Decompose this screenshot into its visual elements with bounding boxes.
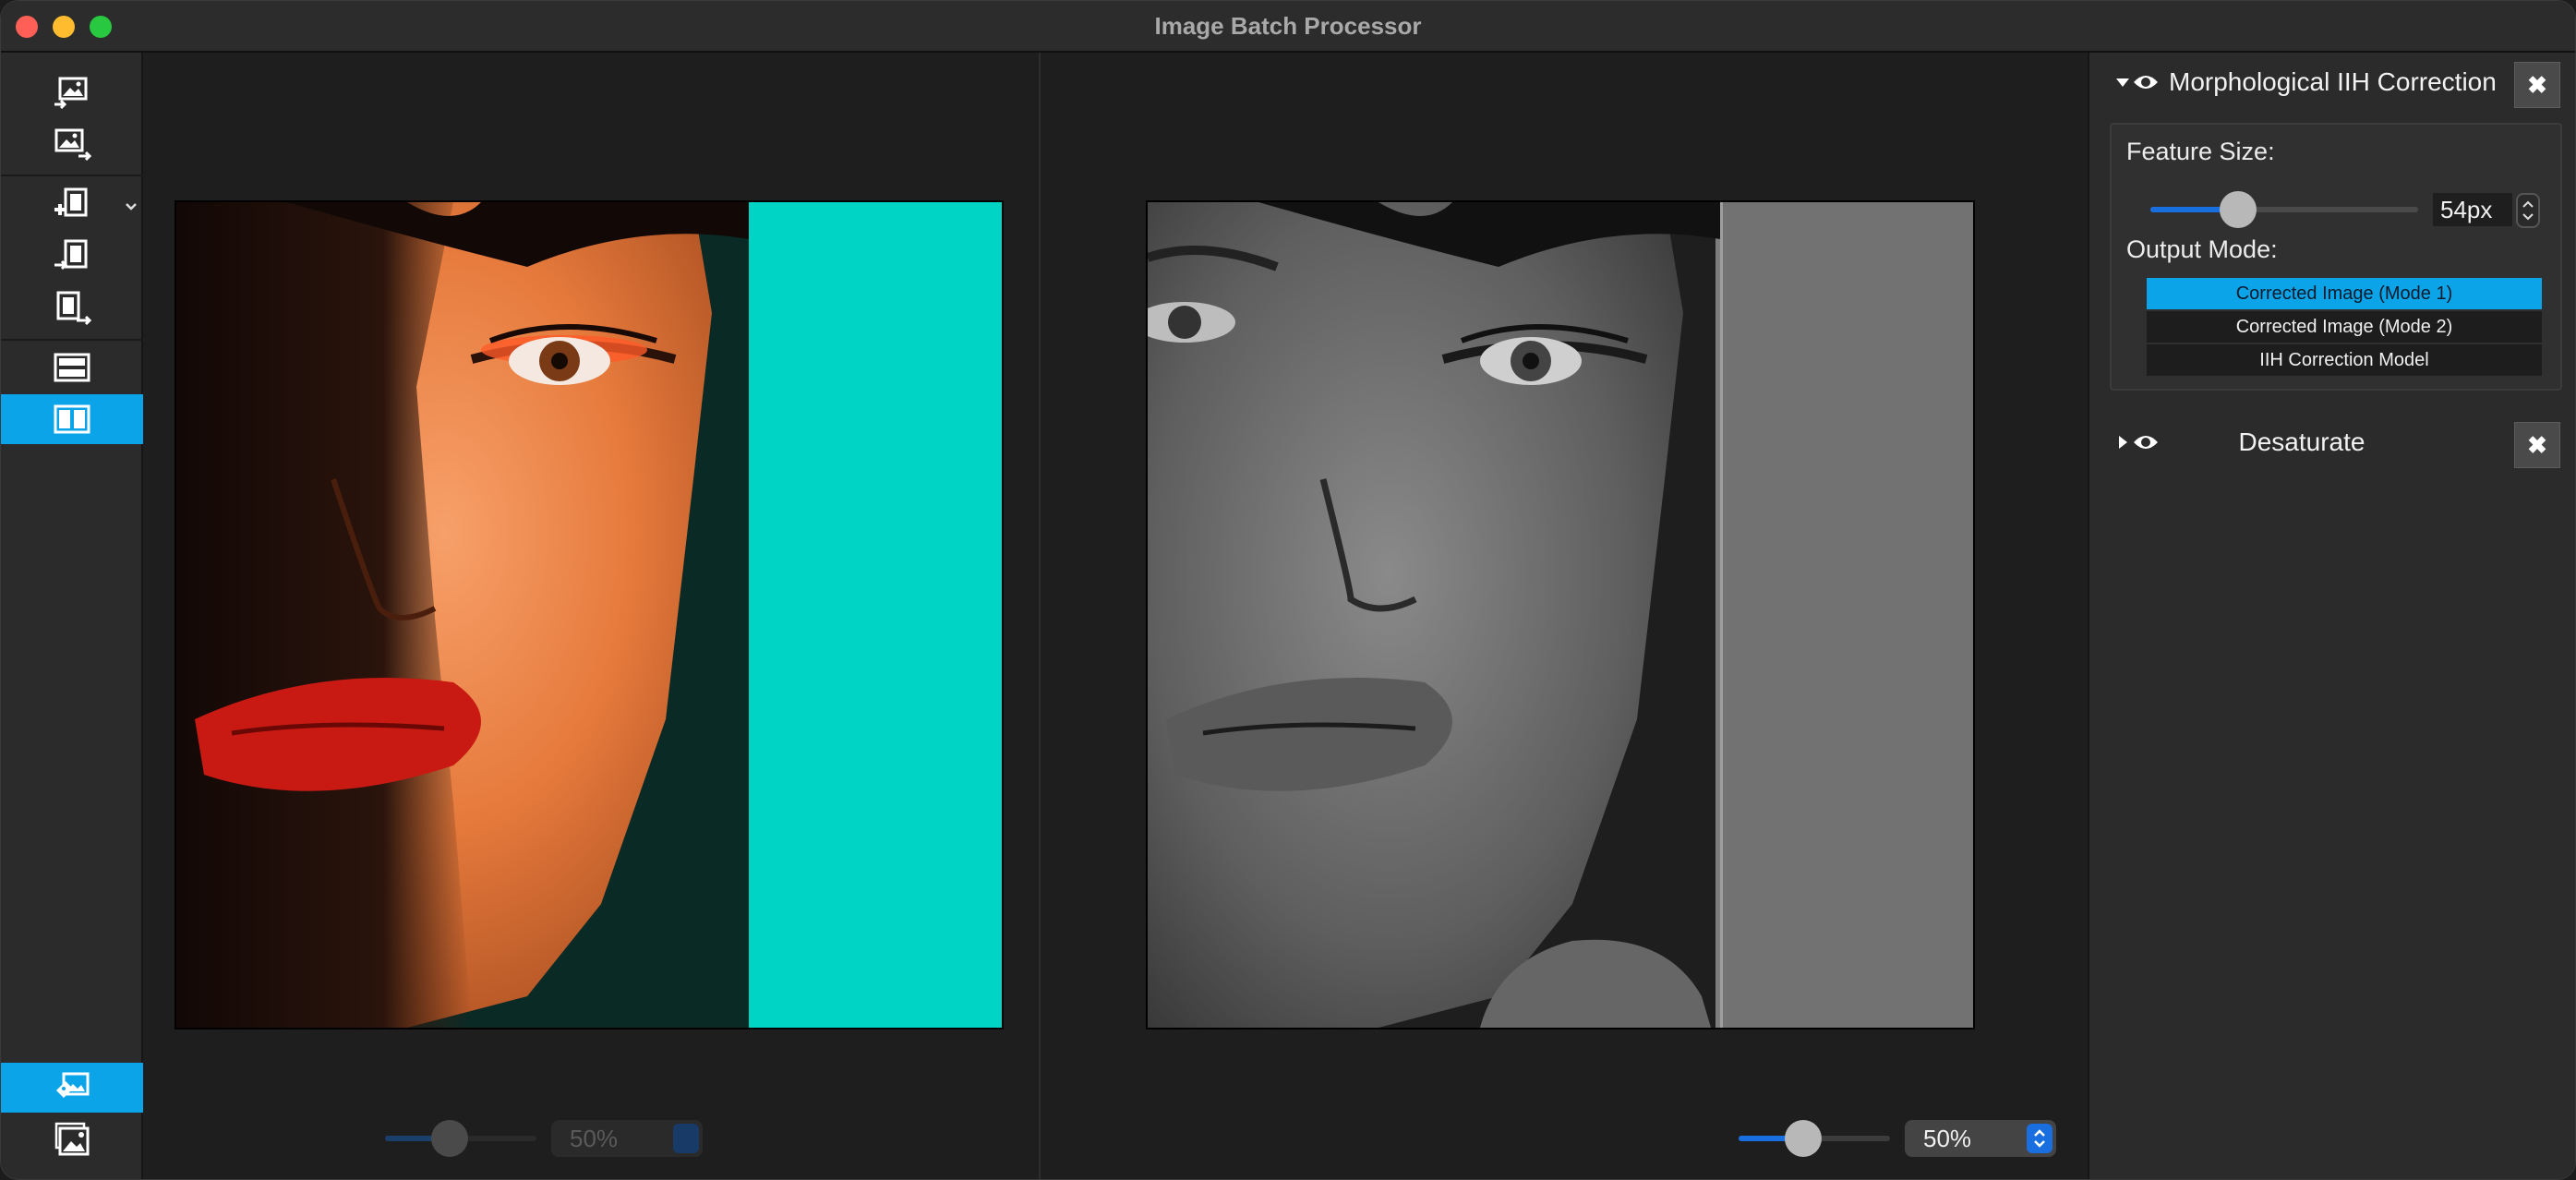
export-layer-button[interactable] <box>1 283 143 333</box>
original-image[interactable] <box>175 200 1004 1029</box>
feature-size-slider-knob[interactable] <box>2220 191 2257 228</box>
right-zoom-slider[interactable] <box>1739 1120 1890 1157</box>
right-zoom-stepper[interactable] <box>2027 1124 2052 1153</box>
chevron-down-icon[interactable] <box>123 199 139 215</box>
output-mode-label: Output Mode: <box>2126 235 2278 263</box>
output-mode-option[interactable]: Corrected Image (Mode 1) <box>2147 278 2542 309</box>
output-mode-option[interactable]: Corrected Image (Mode 2) <box>2147 311 2542 343</box>
import-layer-button[interactable] <box>1 232 143 282</box>
left-zoom-slider-knob[interactable] <box>431 1120 468 1157</box>
left-zoom-field[interactable]: 50% <box>551 1120 703 1157</box>
effect-title: Desaturate <box>2238 427 2365 456</box>
left-toolbar <box>1 53 143 1179</box>
view-side-by-side-button[interactable] <box>1 394 143 444</box>
title-bar: Image Batch Processor <box>1 1 2575 53</box>
feature-size-label: Feature Size: <box>2126 138 2275 165</box>
export-image-icon <box>54 128 91 162</box>
side-by-side-view-icon <box>54 404 90 434</box>
effects-panel: Morphological IIH Correction ✖ Feature S… <box>2088 53 2575 1179</box>
app-window: Image Batch Processor 50% 50% Morphologi… <box>0 0 2576 1180</box>
view-stacked-button[interactable] <box>1 343 143 392</box>
processed-image[interactable] <box>1146 200 1975 1029</box>
remove-effect-button[interactable]: ✖ <box>2514 62 2560 108</box>
gallery-icon <box>54 1122 90 1156</box>
effect-header-morphological[interactable]: Morphological IIH Correction ✖ <box>2089 53 2575 112</box>
disclosure-triangle-icon[interactable] <box>2115 75 2130 90</box>
add-layer-icon <box>54 187 88 217</box>
effect-settings-morphological: Feature Size: 54px Output Mode: Correcte… <box>2110 123 2562 391</box>
left-zoom-slider[interactable] <box>385 1120 536 1157</box>
tag-batch-button[interactable] <box>1 1063 143 1113</box>
feature-size-field[interactable]: 54px <box>2433 193 2512 226</box>
effect-title: Morphological IIH Correction <box>2169 67 2497 96</box>
tag-image-icon <box>56 1072 90 1098</box>
left-zoom-stepper[interactable] <box>673 1124 699 1153</box>
remove-effect-button[interactable]: ✖ <box>2514 422 2560 468</box>
export-images-button[interactable] <box>1 119 143 169</box>
import-image-icon <box>54 77 88 110</box>
add-layer-button[interactable] <box>1 180 143 230</box>
import-layer-icon <box>54 239 88 271</box>
feature-size-stepper[interactable] <box>2516 193 2540 228</box>
output-mode-list: Corrected Image (Mode 1) Corrected Image… <box>2147 278 2542 378</box>
output-mode-option[interactable]: IIH Correction Model <box>2147 344 2542 376</box>
processed-image-pane: 50% <box>1041 53 2088 1179</box>
right-zoom-slider-knob[interactable] <box>1785 1120 1822 1157</box>
image-gallery-button[interactable] <box>1 1114 143 1164</box>
import-images-button[interactable] <box>1 67 143 117</box>
stacked-view-icon <box>54 353 90 382</box>
right-zoom-field[interactable]: 50% <box>1905 1120 2056 1157</box>
original-image-pane: 50% <box>143 53 1039 1179</box>
export-layer-icon <box>56 291 91 326</box>
effect-header-desaturate[interactable]: Desaturate ✖ <box>2089 413 2575 472</box>
eye-icon[interactable] <box>2132 71 2160 93</box>
window-title: Image Batch Processor <box>1154 12 1422 40</box>
feature-size-slider[interactable] <box>2150 191 2418 228</box>
